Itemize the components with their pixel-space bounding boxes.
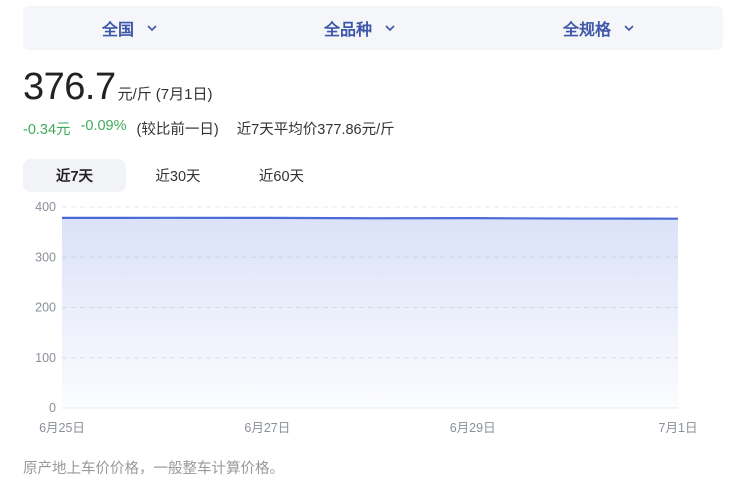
price-unit: 元/斤	[117, 86, 152, 103]
region-filter-label: 全国	[102, 22, 135, 39]
y-tick-label: 100	[35, 351, 56, 365]
change-amount: -0.34元	[23, 122, 71, 138]
y-tick-label: 0	[49, 401, 56, 415]
x-tick-label: 7月1日	[659, 421, 698, 435]
filter-bar: 全国 全品种 全规格	[23, 6, 723, 50]
series-area	[62, 217, 678, 408]
footnote: 原产地上车价价格，一般整车计算价格。	[23, 461, 284, 477]
tab-30-days[interactable]: 近30天	[126, 159, 230, 192]
price-row: 376.7 元/斤 (7月1日)	[23, 66, 212, 109]
compare-note: (较比前一日)	[136, 122, 219, 138]
change-row: -0.34元 -0.09% (较比前一日) 近7天平均价377.86元/斤	[23, 118, 395, 139]
price-chart: 0 100 200 300 400 6月25日 6月27日 6月29日 7月1日	[35, 200, 698, 435]
chevron-down-icon	[624, 25, 634, 32]
change-percent: -0.09%	[80, 118, 127, 134]
chevron-down-icon	[147, 25, 157, 32]
price-date: (7月1日)	[155, 86, 213, 103]
variety-filter-label: 全品种	[324, 22, 373, 39]
x-tick-label: 6月25日	[39, 421, 85, 435]
current-price: 376.7	[23, 66, 116, 108]
chevron-down-icon	[385, 25, 395, 32]
tab-7-days[interactable]: 近7天	[23, 159, 126, 192]
y-tick-label: 300	[35, 250, 56, 264]
spec-filter-label: 全规格	[563, 22, 612, 39]
y-tick-label: 400	[35, 200, 56, 214]
x-tick-label: 6月29日	[450, 421, 496, 435]
y-tick-label: 200	[35, 301, 56, 315]
variety-filter[interactable]: 全品种	[324, 6, 396, 50]
region-filter[interactable]: 全国	[102, 6, 158, 50]
x-tick-label: 6月27日	[244, 421, 290, 435]
tab-60-days[interactable]: 近60天	[230, 159, 333, 192]
seven-day-average: 近7天平均价377.86元/斤	[236, 122, 395, 138]
range-tabs: 近7天 近30天 近60天	[23, 159, 333, 192]
spec-filter[interactable]: 全规格	[563, 6, 635, 50]
